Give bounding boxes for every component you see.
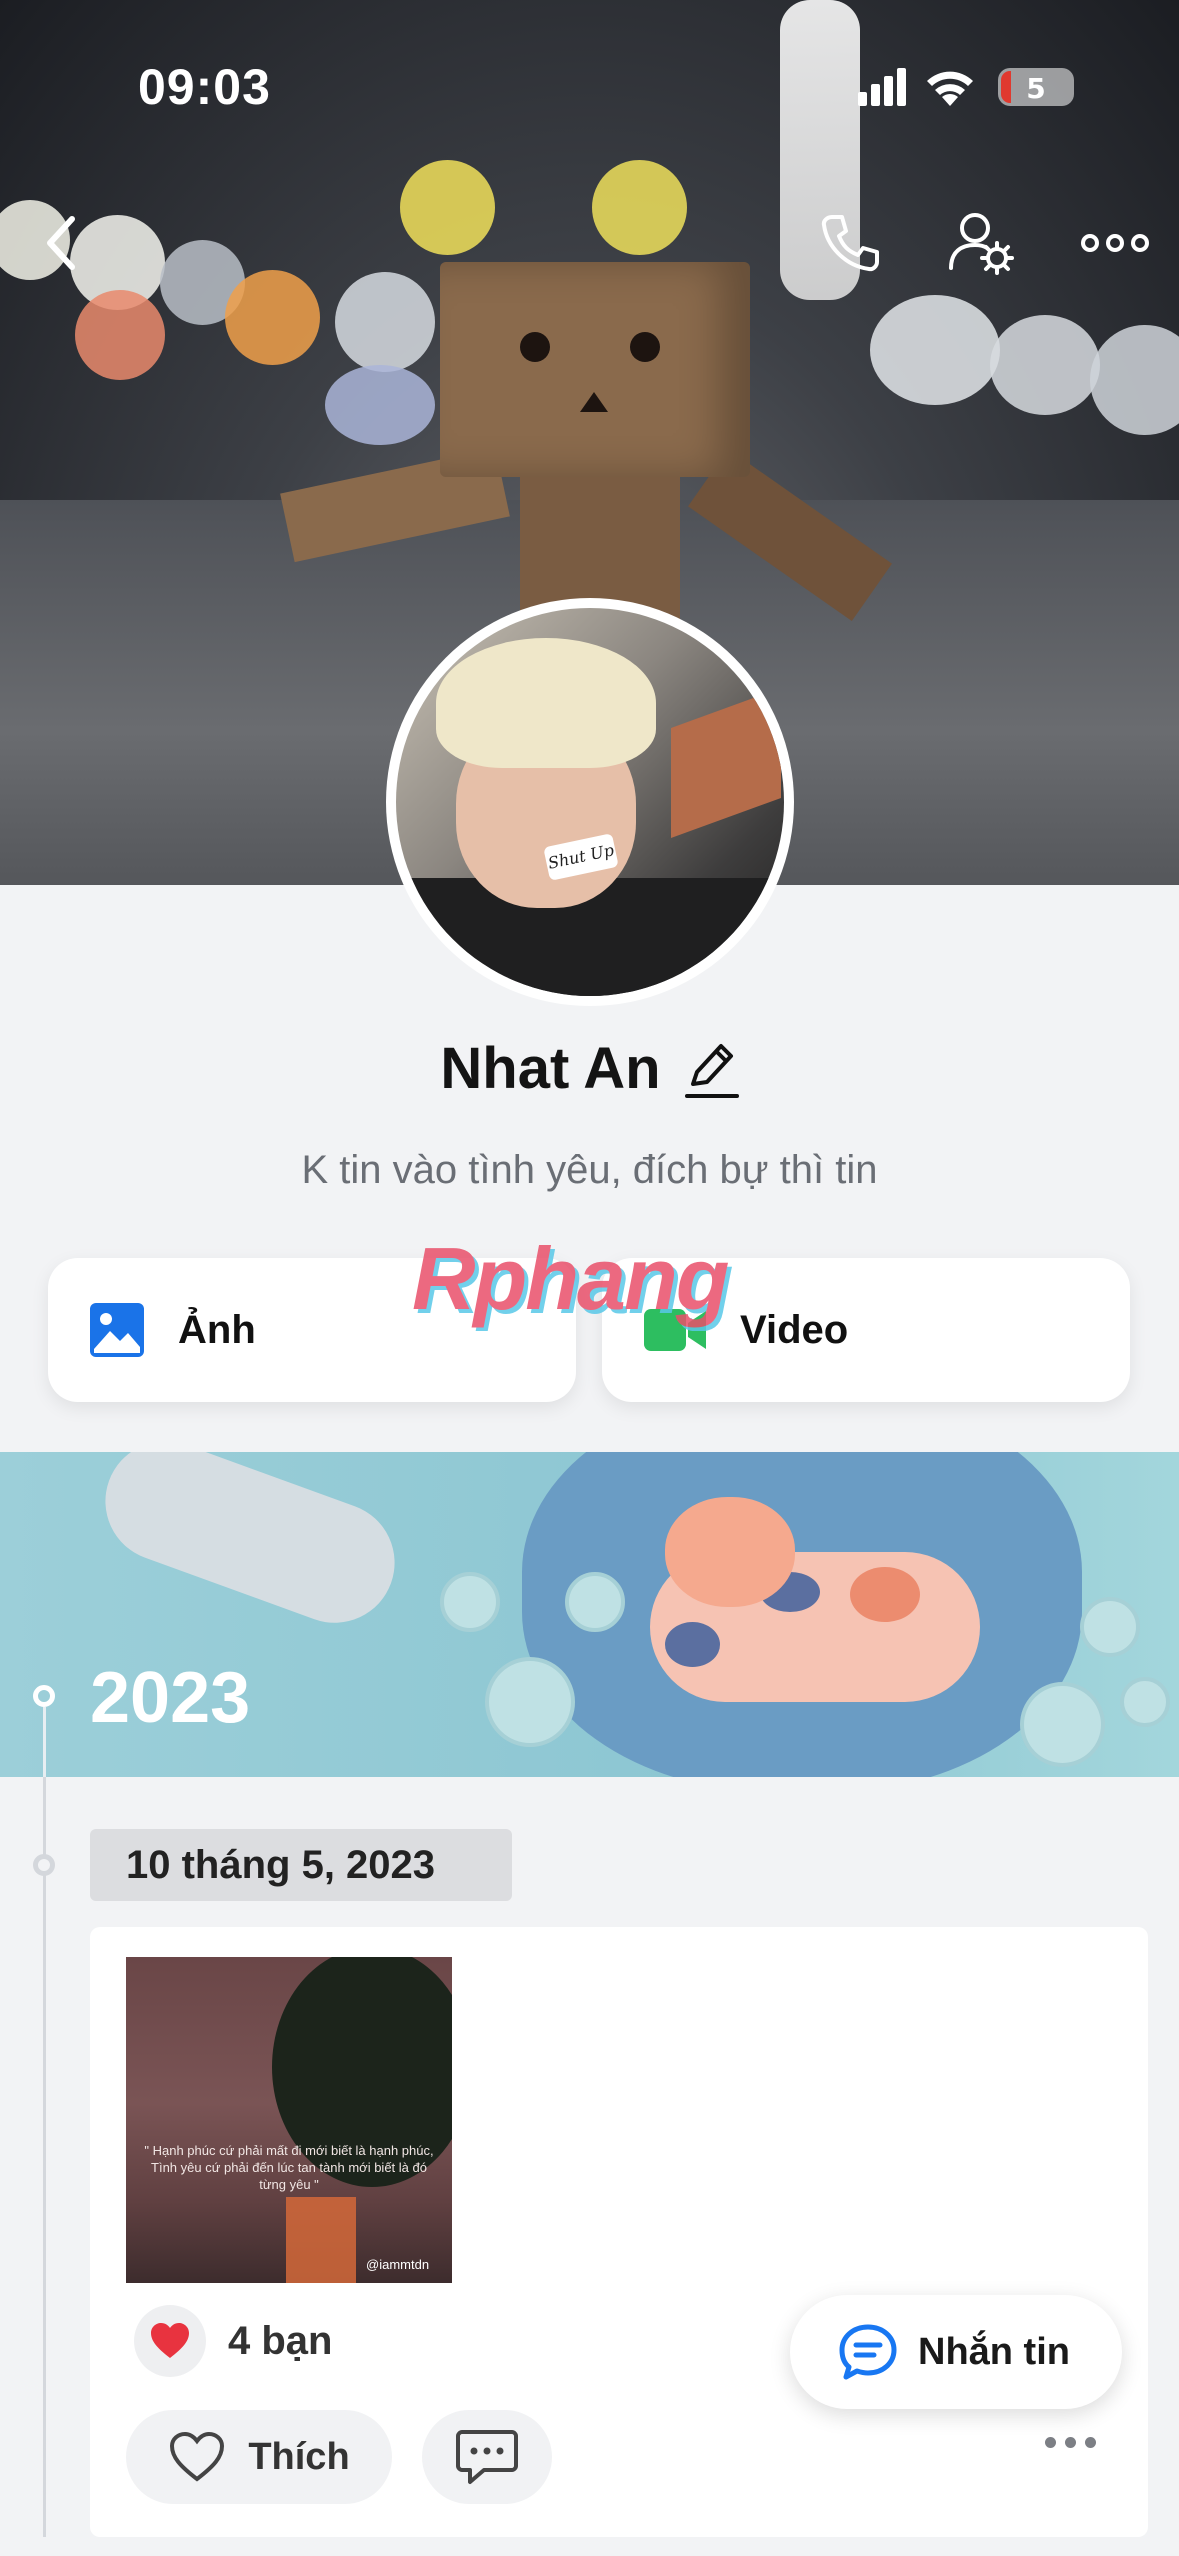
bokeh-light: [325, 365, 435, 445]
avatar-photo: Shut Up: [396, 608, 784, 996]
timeline-dot: [33, 1685, 55, 1707]
profile-avatar[interactable]: Shut Up: [386, 598, 794, 1006]
comment-button[interactable]: [422, 2410, 552, 2504]
like-button[interactable]: Thích: [126, 2410, 392, 2504]
timeline-dot: [33, 1854, 55, 1876]
edit-pencil-icon[interactable]: [683, 1038, 739, 1100]
yarn-ball-icon: [1120, 1677, 1170, 1727]
profile-bio: K tin vào tình yêu, đích bự thì tin: [301, 1148, 878, 1192]
phone-icon: [821, 215, 879, 272]
dot: [1065, 2437, 1076, 2448]
more-options-button[interactable]: [1075, 203, 1155, 283]
send-message-label: Nhắn tin: [918, 2330, 1070, 2373]
dot: [1045, 2437, 1056, 2448]
call-button[interactable]: [810, 203, 890, 283]
post-date-chip: 10 tháng 5, 2023: [90, 1829, 512, 1901]
bokeh-light: [400, 160, 495, 255]
bokeh-light: [225, 270, 320, 365]
heart-reaction-badge: [134, 2305, 206, 2377]
videos-label: Video: [740, 1307, 849, 1352]
battery-indicator: 5: [998, 68, 1074, 106]
robot-mouth: [580, 392, 608, 412]
heart-outline-icon: [170, 2431, 225, 2482]
profile-name: Nhat An: [440, 1036, 661, 1101]
battery-level: 5: [1026, 72, 1046, 105]
yarn-ball-icon: [565, 1572, 625, 1632]
timeline-line: [43, 1707, 46, 1777]
reaction-count: 4 bạn: [228, 2318, 333, 2363]
cat-head: [665, 1497, 795, 1607]
avatar-hair: [436, 638, 656, 768]
bokeh-light: [870, 295, 1000, 405]
post-image-tag: @iammtdn: [366, 2257, 430, 2272]
status-time: 09:03: [138, 59, 271, 115]
bokeh-light: [990, 315, 1100, 415]
profile-settings-button[interactable]: [942, 203, 1022, 283]
yarn-ball-icon: [440, 1572, 500, 1632]
send-message-button[interactable]: Nhắn tin: [790, 2295, 1122, 2409]
yarn-ball-icon: [1080, 1597, 1140, 1657]
yarn-ball-icon: [1020, 1682, 1105, 1767]
post-image-bridge: [286, 2197, 356, 2283]
timeline-year: 2023: [90, 1658, 251, 1738]
wifi-icon: [927, 71, 973, 106]
chat-bubble-icon: [839, 2324, 897, 2380]
timeline-year-banner: 2023: [0, 1452, 1179, 1777]
reaction-summary[interactable]: 4 bạn: [134, 2305, 332, 2377]
photos-label: Ảnh: [178, 1307, 256, 1352]
heart-icon: [151, 2323, 189, 2358]
cat-illustration: [88, 1452, 412, 1640]
cellular-signal-icon: [858, 68, 906, 106]
watermark-logo: Rphang: [412, 1229, 730, 1328]
profile-name-row: Nhat An: [0, 1035, 1179, 1102]
status-bar: 09:03 5: [0, 0, 1179, 170]
post-image-quote: " Hạnh phúc cứ phải mất đi mới biết là h…: [144, 2143, 434, 2192]
post-image[interactable]: " Hạnh phúc cứ phải mất đi mới biết là h…: [126, 1957, 452, 2283]
comment-icon: [456, 2430, 518, 2484]
bokeh-light: [592, 160, 687, 255]
bokeh-light: [75, 290, 165, 380]
like-label: Thích: [248, 2435, 350, 2478]
bokeh-light: [1090, 325, 1179, 435]
dot: [1085, 2437, 1096, 2448]
robot-head: [440, 262, 750, 477]
image-icon: [90, 1303, 144, 1357]
more-horizontal-icon: [1081, 234, 1149, 252]
yarn-ball-icon: [485, 1657, 575, 1747]
post-more-button[interactable]: [1045, 2437, 1096, 2448]
robot-eye: [630, 332, 660, 362]
timeline-line: [43, 1777, 46, 2537]
bokeh-light: [335, 272, 435, 372]
avatar-bg-desk: [671, 687, 781, 839]
robot-eye: [520, 332, 550, 362]
back-button[interactable]: [22, 203, 102, 283]
chevron-left-icon: [47, 216, 75, 270]
user-settings-icon: [949, 213, 1014, 275]
post-card: " Hạnh phúc cứ phải mất đi mới biết là h…: [90, 1927, 1148, 2537]
